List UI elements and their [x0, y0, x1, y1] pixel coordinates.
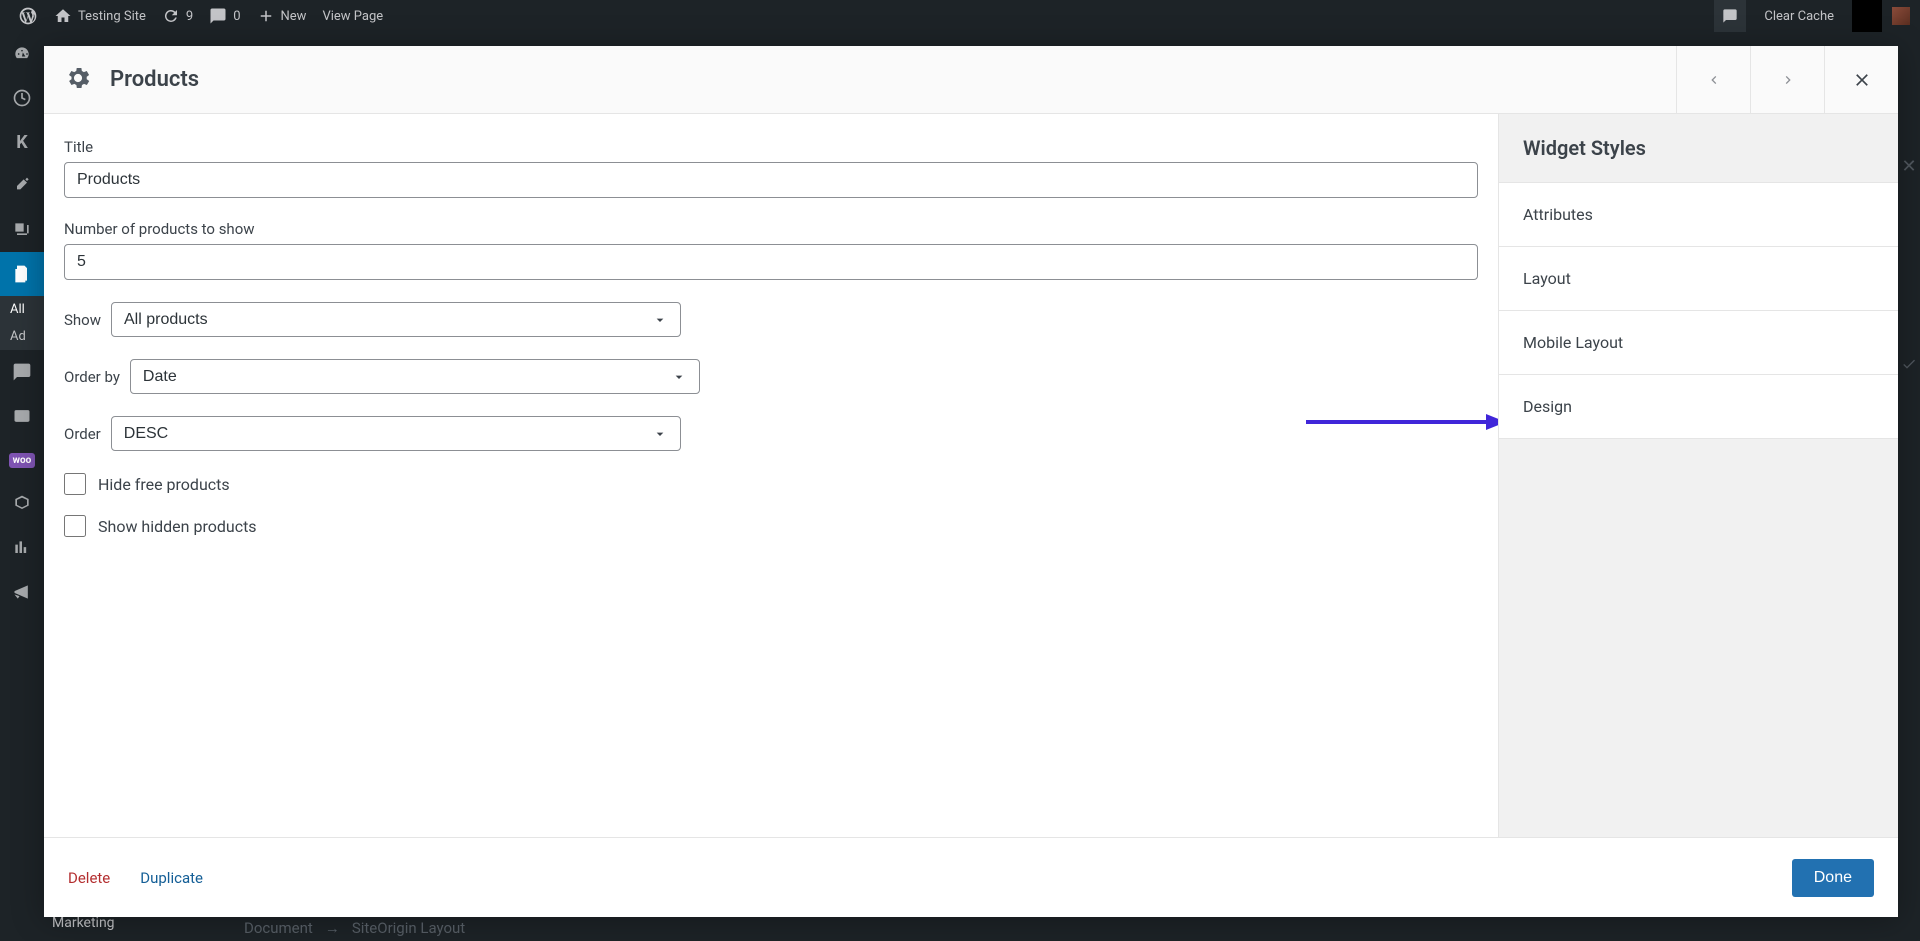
prev-widget-button[interactable] — [1676, 46, 1750, 113]
sitekit-menu[interactable] — [0, 76, 44, 120]
marketing-menu[interactable] — [0, 570, 44, 614]
home-icon — [54, 7, 72, 25]
modal-title: Products — [110, 67, 199, 92]
products-menu[interactable] — [0, 482, 44, 526]
hide-free-label: Hide free products — [98, 475, 230, 494]
kadence-menu[interactable]: K — [0, 120, 44, 164]
updates-count: 9 — [186, 9, 193, 24]
num-products-input[interactable] — [64, 244, 1478, 280]
comment-icon — [1722, 8, 1738, 24]
comments-link[interactable]: 0 — [201, 0, 248, 32]
refresh-icon — [162, 7, 180, 25]
media-menu[interactable] — [0, 208, 44, 252]
dashboard-menu[interactable] — [0, 32, 44, 76]
wordpress-logo[interactable] — [10, 0, 46, 32]
order-select[interactable]: DESC — [111, 416, 681, 451]
close-icon — [1852, 70, 1872, 90]
admin-bar: Testing Site 9 0 New View Page Clear Cac… — [0, 0, 1920, 32]
show-hidden-checkbox[interactable] — [64, 515, 86, 537]
modal-footer: Delete Duplicate Done — [44, 837, 1898, 917]
updates-link[interactable]: 9 — [154, 0, 201, 32]
orderby-label: Order by — [64, 368, 120, 386]
close-button[interactable] — [1824, 46, 1898, 113]
hide-free-checkbox[interactable] — [64, 473, 86, 495]
gear-icon — [64, 64, 92, 96]
modal-header: Products — [44, 46, 1898, 114]
site-name-text: Testing Site — [78, 9, 146, 24]
show-label: Show — [64, 311, 101, 329]
plus-icon — [257, 7, 275, 25]
wp-admin-sidebar: K All Ad woo — [0, 32, 44, 941]
chevron-left-icon — [1706, 72, 1722, 88]
cache-notice-icon[interactable] — [1714, 0, 1746, 32]
num-products-label: Number of products to show — [64, 220, 1478, 238]
view-page-link[interactable]: View Page — [314, 0, 391, 32]
duplicate-button[interactable]: Duplicate — [140, 869, 203, 887]
background-close-icon[interactable]: ✕ — [1898, 156, 1920, 177]
breadcrumb-siteorigin[interactable]: SiteOrigin Layout — [352, 919, 465, 937]
pages-menu[interactable] — [0, 252, 44, 296]
clear-cache-link[interactable]: Clear Cache — [1756, 0, 1842, 32]
comments-count: 0 — [233, 9, 240, 24]
analytics-menu[interactable] — [0, 526, 44, 570]
order-label: Order — [64, 425, 101, 443]
user-menu-blank[interactable] — [1852, 0, 1882, 32]
title-input[interactable] — [64, 162, 1478, 198]
posts-menu[interactable] — [0, 164, 44, 208]
block-breadcrumb: Document → SiteOrigin Layout — [244, 919, 465, 937]
done-button[interactable]: Done — [1792, 859, 1874, 897]
new-link[interactable]: New — [249, 0, 315, 32]
comments-menu[interactable] — [0, 350, 44, 394]
styles-attributes-section[interactable]: Attributes — [1499, 182, 1898, 246]
pages-add-link[interactable]: Ad — [0, 323, 44, 350]
widget-form: Title Number of products to show Show Al… — [44, 114, 1498, 837]
pages-all-link[interactable]: All — [0, 296, 44, 323]
styles-layout-section[interactable]: Layout — [1499, 246, 1898, 310]
styles-mobile-layout-section[interactable]: Mobile Layout — [1499, 310, 1898, 374]
widget-edit-modal: Products Title Number of products to sho… — [44, 46, 1898, 917]
delete-button[interactable]: Delete — [68, 869, 110, 887]
orderby-select[interactable]: Date — [130, 359, 700, 394]
comment-icon — [209, 7, 227, 25]
widget-styles-panel: Widget Styles Attributes Layout Mobile L… — [1498, 114, 1898, 837]
clear-cache-text: Clear Cache — [1764, 9, 1834, 24]
widget-styles-header: Widget Styles — [1499, 114, 1898, 182]
avatar[interactable] — [1892, 7, 1910, 25]
new-label: New — [281, 9, 307, 24]
breadcrumb-document[interactable]: Document — [244, 919, 313, 937]
site-name-link[interactable]: Testing Site — [46, 0, 154, 32]
title-label: Title — [64, 138, 1478, 156]
chevron-right-icon — [1780, 72, 1796, 88]
annotation-arrow-icon — [1306, 412, 1498, 432]
view-page-text: View Page — [322, 9, 383, 24]
styles-design-section[interactable]: Design — [1499, 374, 1898, 439]
feedback-menu[interactable] — [0, 394, 44, 438]
marketing-menu-label: Marketing — [52, 915, 115, 931]
next-widget-button[interactable] — [1750, 46, 1824, 113]
background-check-icon — [1898, 356, 1920, 372]
show-select[interactable]: All products — [111, 302, 681, 337]
woocommerce-menu[interactable]: woo — [0, 438, 44, 482]
breadcrumb-separator-icon: → — [325, 919, 340, 937]
show-hidden-label: Show hidden products — [98, 517, 257, 536]
